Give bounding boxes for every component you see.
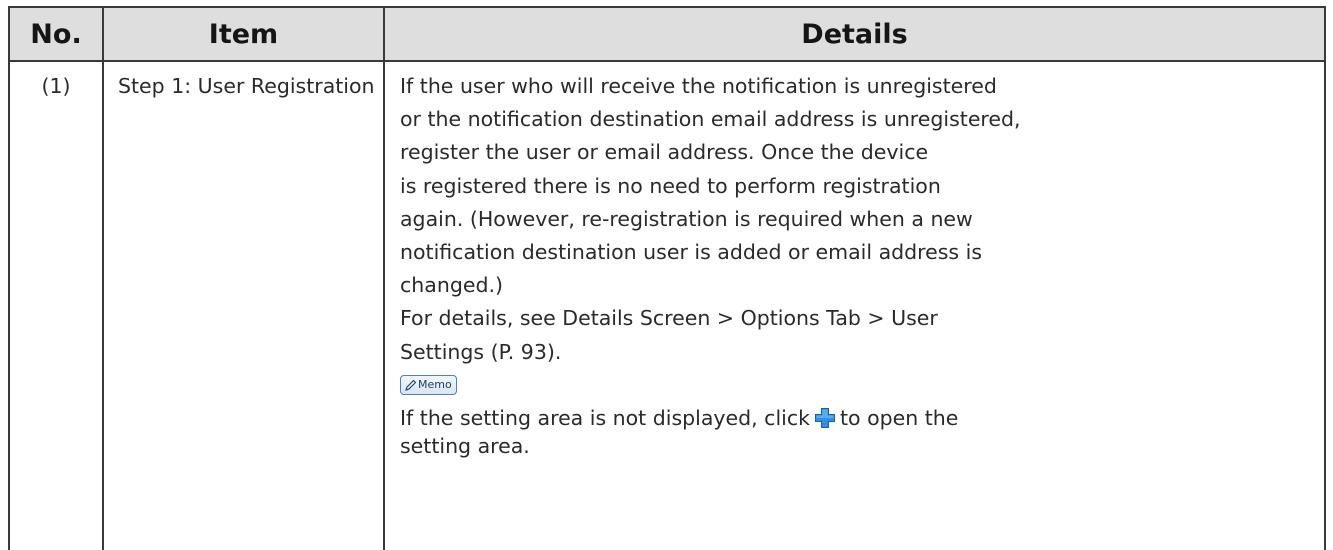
header-item: Item	[102, 6, 385, 62]
row-number: (1)	[8, 60, 104, 550]
memo-text-line: If the setting area is not displayed, cl…	[400, 402, 1314, 435]
table-header-row: No. Item Details	[8, 6, 1326, 62]
memo-text-after: to open the	[840, 405, 959, 430]
details-table: No. Item Details (1) Step 1: User Regist…	[8, 6, 1326, 550]
memo-badge: Memo	[400, 375, 457, 396]
memo-text-before: If the setting area is not displayed, cl…	[400, 405, 810, 430]
details-line: again. (However, re-registration is requ…	[400, 206, 973, 231]
pencil-icon	[405, 379, 417, 391]
table-row: (1) Step 1: User Registration If the use…	[8, 60, 1326, 550]
blue-plus-icon	[815, 407, 835, 428]
details-line: register the user or email address. Once…	[400, 140, 929, 165]
row-item: Step 1: User Registration	[102, 60, 385, 550]
details-line: changed.)	[400, 273, 503, 298]
row-details: If the user who will receive the notific…	[383, 60, 1326, 550]
memo-text-line2: setting area.	[400, 434, 530, 459]
memo-label: Memo	[418, 378, 452, 392]
details-line: If the user who will receive the notific…	[400, 74, 997, 98]
details-line: notification destination user is added o…	[400, 240, 982, 265]
memo-row: Memo	[400, 369, 1314, 402]
details-line: is registered there is no need to perfor…	[400, 173, 941, 198]
header-no: No.	[8, 6, 104, 62]
details-line-link: Settings (P. 93).	[400, 339, 562, 364]
details-line: For details, see Details Screen > Option…	[400, 306, 938, 331]
header-details: Details	[383, 6, 1326, 62]
details-line: or the notification destination email ad…	[400, 107, 1021, 132]
